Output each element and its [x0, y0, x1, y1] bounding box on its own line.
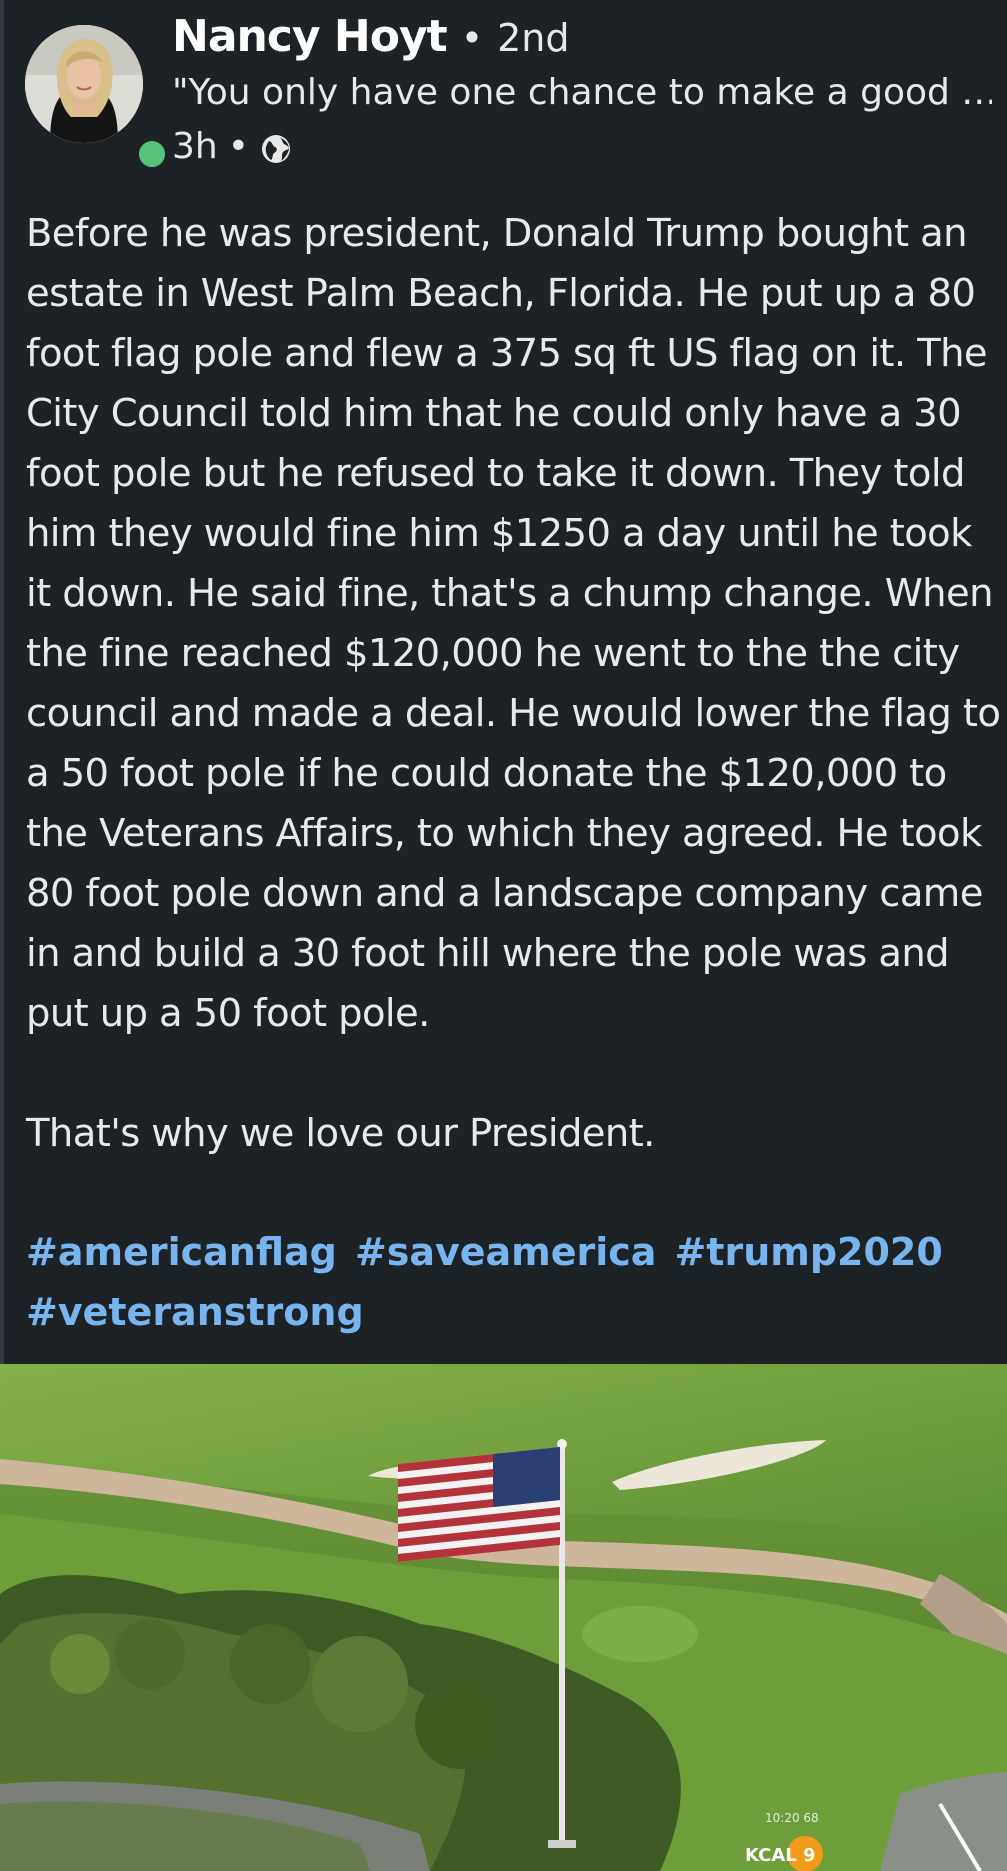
- online-status-dot: [135, 137, 169, 171]
- hashtag-link[interactable]: #veteranstrong: [26, 1290, 364, 1334]
- meta-separator: •: [227, 126, 249, 167]
- avatar-portrait-icon: [25, 25, 143, 143]
- post-time: 3h: [172, 126, 218, 167]
- author-separator: •: [460, 16, 484, 60]
- hashtag-link[interactable]: #trump2020: [674, 1230, 942, 1274]
- author-line: Nancy Hoyt • 2nd: [172, 6, 570, 69]
- timestamp-overlay: 10:20 68: [765, 1811, 819, 1825]
- globe-icon: [259, 130, 293, 164]
- golf-course-flag-photo: 10:20 68 KCAL 9: [0, 1364, 1007, 1871]
- post-header: Nancy Hoyt • 2nd "You only have one chan…: [0, 0, 1007, 190]
- hashtag-list: #americanflag #saveamerica #trump2020 #vete…: [26, 1222, 1001, 1342]
- author-name[interactable]: Nancy Hoyt: [172, 11, 448, 62]
- post-left-border: [0, 0, 4, 1364]
- post-meta: 3h •: [172, 122, 293, 172]
- avatar-photo[interactable]: [25, 25, 143, 143]
- author-avatar[interactable]: [25, 25, 169, 171]
- hashtag-link[interactable]: #americanflag: [26, 1230, 337, 1274]
- station-logo-text: KCAL 9: [745, 1845, 816, 1866]
- feed-post: Nancy Hoyt • 2nd "You only have one chan…: [0, 0, 1007, 1871]
- author-headline[interactable]: "You only have one chance to make a good…: [172, 66, 992, 120]
- hashtag-link[interactable]: #saveamerica: [355, 1230, 657, 1274]
- post-image[interactable]: 10:20 68 KCAL 9: [0, 1364, 1007, 1871]
- post-body-text: Before he was president, Donald Trump bo…: [26, 211, 1001, 1156]
- connection-degree: 2nd: [497, 16, 570, 60]
